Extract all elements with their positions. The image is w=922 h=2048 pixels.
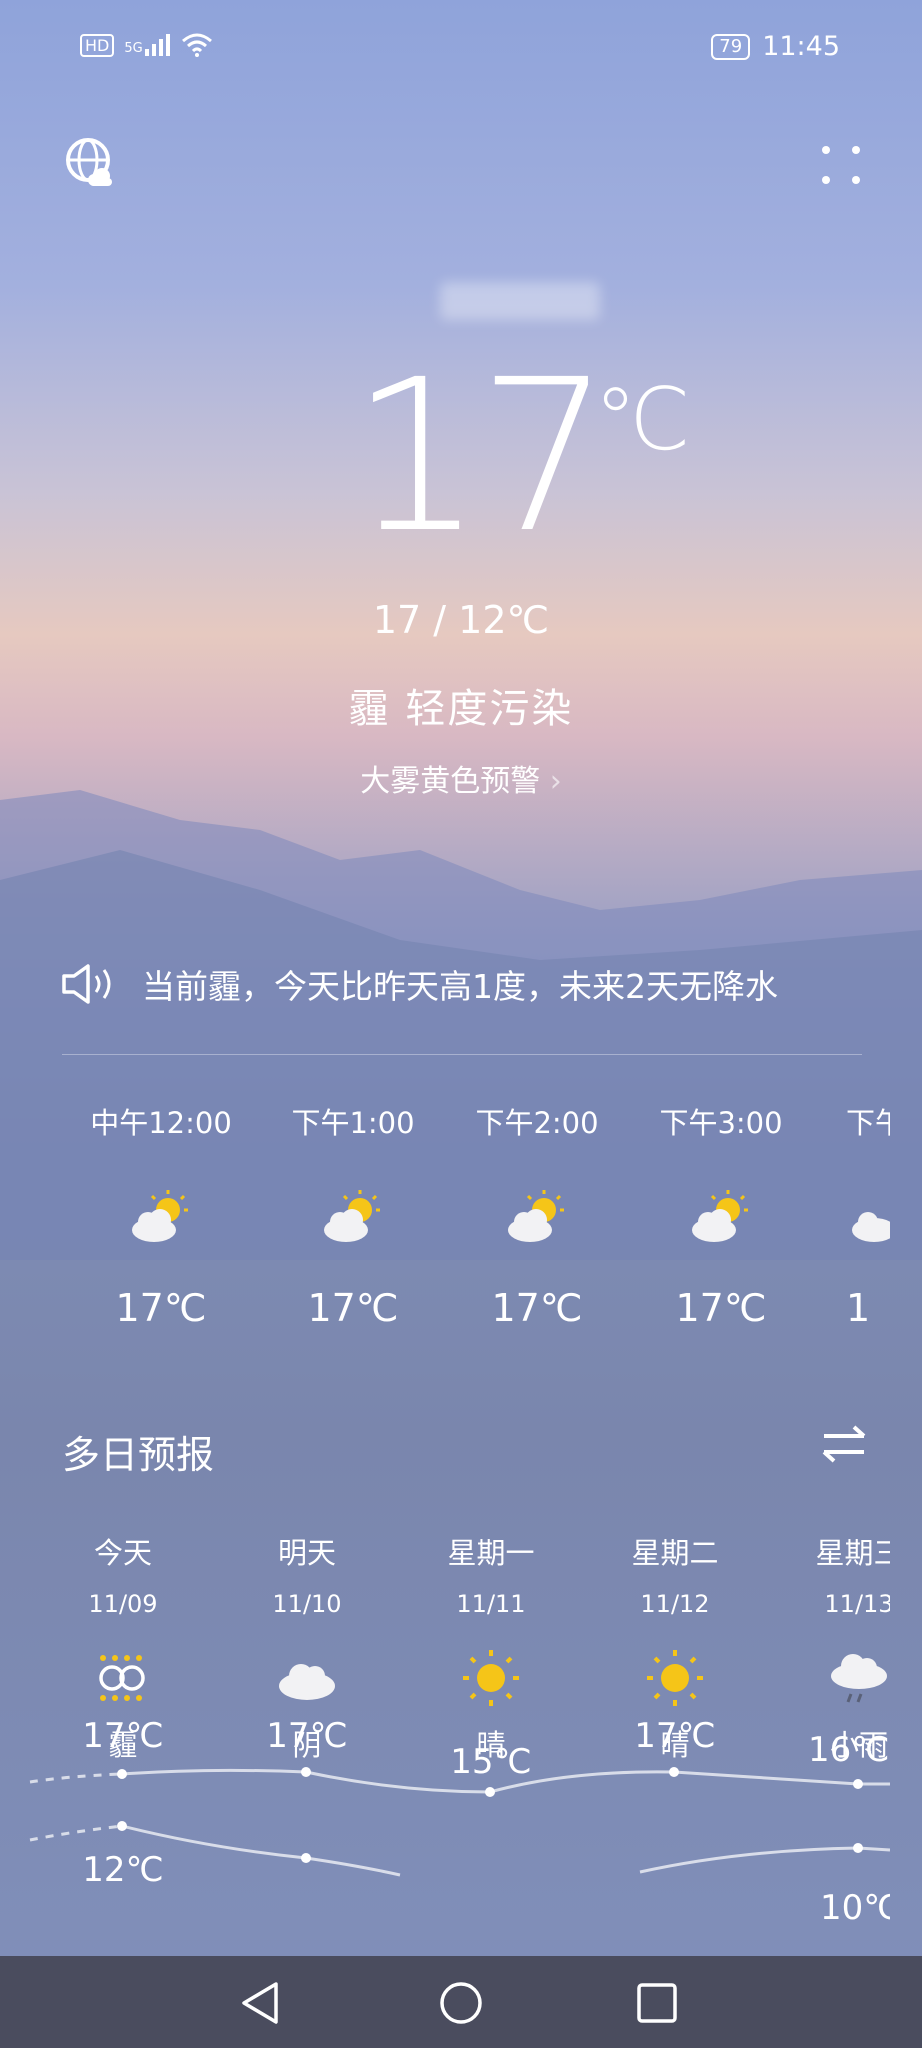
hour-temp: 17℃ bbox=[307, 1286, 399, 1330]
hour-time: 下午3:00 bbox=[659, 1106, 783, 1140]
hour-time: 下午 bbox=[846, 1106, 890, 1140]
recents-button[interactable] bbox=[636, 1982, 678, 2028]
clock: 11:45 bbox=[762, 31, 840, 62]
daily-forecast[interactable]: 今天 11/09 霾 明天 11/10 阴 星期一 11/11 晴 星期二 11… bbox=[0, 1530, 890, 1950]
day-date: 11/11 bbox=[456, 1590, 526, 1618]
day-date: 11/12 bbox=[640, 1590, 710, 1618]
hour-time: 中午12:00 bbox=[90, 1106, 232, 1140]
current-temperature: 17 bbox=[350, 334, 611, 579]
back-triangle-icon bbox=[242, 1982, 278, 2024]
summary-text: 当前霾，今天比昨天高1度，未来2天无降水 bbox=[142, 967, 778, 1006]
home-circle-icon bbox=[440, 1982, 482, 2024]
status-right: 79 11:45 bbox=[711, 31, 840, 62]
hourly-item: 下午1:00 17℃ bbox=[258, 1100, 448, 1330]
day-date: 11/13 bbox=[824, 1590, 890, 1618]
globe-cloud-icon bbox=[66, 138, 112, 186]
weather-summary[interactable]: 当前霾，今天比昨天高1度，未来2天无降水 bbox=[60, 960, 860, 1008]
forecast-title: 多日预报 bbox=[62, 1433, 215, 1477]
back-button[interactable] bbox=[238, 1980, 282, 2030]
day-name: 星期三 bbox=[815, 1536, 890, 1570]
day-name: 今天 bbox=[93, 1536, 152, 1570]
hourly-item: 下午3:00 17℃ bbox=[626, 1100, 816, 1330]
hour-temp: 1 bbox=[846, 1286, 871, 1330]
day-low-temp: 12℃ bbox=[82, 1850, 164, 1890]
cloud-icon bbox=[237, 1646, 377, 1710]
day-high-temp: 16℃ bbox=[808, 1730, 890, 1770]
day-high-temp: 17℃ bbox=[82, 1716, 164, 1756]
partly-sunny-icon bbox=[258, 1188, 448, 1248]
hourly-item: 下午 1 bbox=[808, 1100, 890, 1330]
swap-icon bbox=[822, 1425, 866, 1463]
temperature-unit: ℃ bbox=[594, 370, 691, 470]
temperature-range: 17 / 12℃ bbox=[372, 598, 550, 642]
city-name-blurred[interactable] bbox=[440, 282, 600, 320]
hd-badge: HD bbox=[80, 33, 115, 57]
day-high-temp: 17℃ bbox=[266, 1716, 348, 1756]
navigation-bar bbox=[0, 1956, 922, 2048]
current-condition: 霾 轻度污染 bbox=[348, 686, 574, 732]
sun-icon bbox=[605, 1646, 745, 1710]
alert-text: 大雾黄色预警 bbox=[360, 764, 541, 799]
partly-sunny-icon bbox=[626, 1188, 816, 1248]
status-left: HD 5G bbox=[80, 33, 213, 57]
day-name: 星期一 bbox=[447, 1536, 535, 1570]
signal-icon: 5G bbox=[124, 34, 170, 56]
day-name: 明天 bbox=[277, 1536, 336, 1570]
status-bar: HD 5G 79 11:45 bbox=[0, 25, 922, 69]
sun-icon bbox=[421, 1646, 561, 1710]
day-date: 11/09 bbox=[88, 1590, 158, 1618]
hourly-item: 中午12:00 17℃ bbox=[66, 1100, 256, 1330]
day-item: 星期三 11/13 小雨 bbox=[789, 1530, 890, 1764]
network-type: 5G bbox=[124, 41, 143, 56]
partly-sunny-icon bbox=[846, 1188, 890, 1248]
day-item: 星期一 11/11 晴 bbox=[421, 1530, 561, 1764]
battery-indicator: 79 bbox=[711, 33, 751, 60]
hourly-item: 下午2:00 下午2:00 17℃ bbox=[442, 1100, 632, 1330]
toggle-view-button[interactable] bbox=[820, 1424, 868, 1468]
home-button[interactable] bbox=[438, 1980, 484, 2030]
city-manage-button[interactable] bbox=[64, 136, 118, 190]
recents-square-icon bbox=[637, 1983, 677, 2023]
more-icon bbox=[822, 146, 860, 184]
hour-temp: 17℃ bbox=[491, 1286, 583, 1330]
day-low-temp: 10℃ bbox=[820, 1888, 890, 1928]
more-menu-button[interactable] bbox=[816, 140, 866, 190]
hourly-forecast[interactable]: 中午12:00 17℃ 下午1:00 17℃ 下午2:00 下午2:00 17℃… bbox=[0, 1100, 890, 1340]
hour-time: 下午1:00 bbox=[291, 1106, 415, 1140]
haze-icon bbox=[53, 1646, 193, 1710]
hour-temp: 17℃ bbox=[675, 1286, 767, 1330]
chevron-right-icon: › bbox=[549, 764, 562, 799]
wifi-icon bbox=[181, 33, 212, 57]
day-high-temp: 15℃ bbox=[450, 1742, 532, 1782]
day-name: 星期二 bbox=[631, 1536, 719, 1570]
weather-alert-link[interactable]: 大雾黄色预警 › bbox=[0, 756, 922, 800]
speaker-icon bbox=[62, 964, 111, 1004]
day-date: 11/10 bbox=[272, 1590, 342, 1618]
day-high-temp: 17℃ bbox=[634, 1716, 716, 1756]
hour-time: 下午2:00 bbox=[475, 1106, 599, 1140]
rain-icon bbox=[789, 1646, 890, 1710]
divider bbox=[62, 1054, 862, 1055]
hour-temp: 17℃ bbox=[115, 1286, 207, 1330]
partly-sunny-icon bbox=[442, 1188, 632, 1248]
partly-sunny-icon bbox=[66, 1188, 256, 1248]
